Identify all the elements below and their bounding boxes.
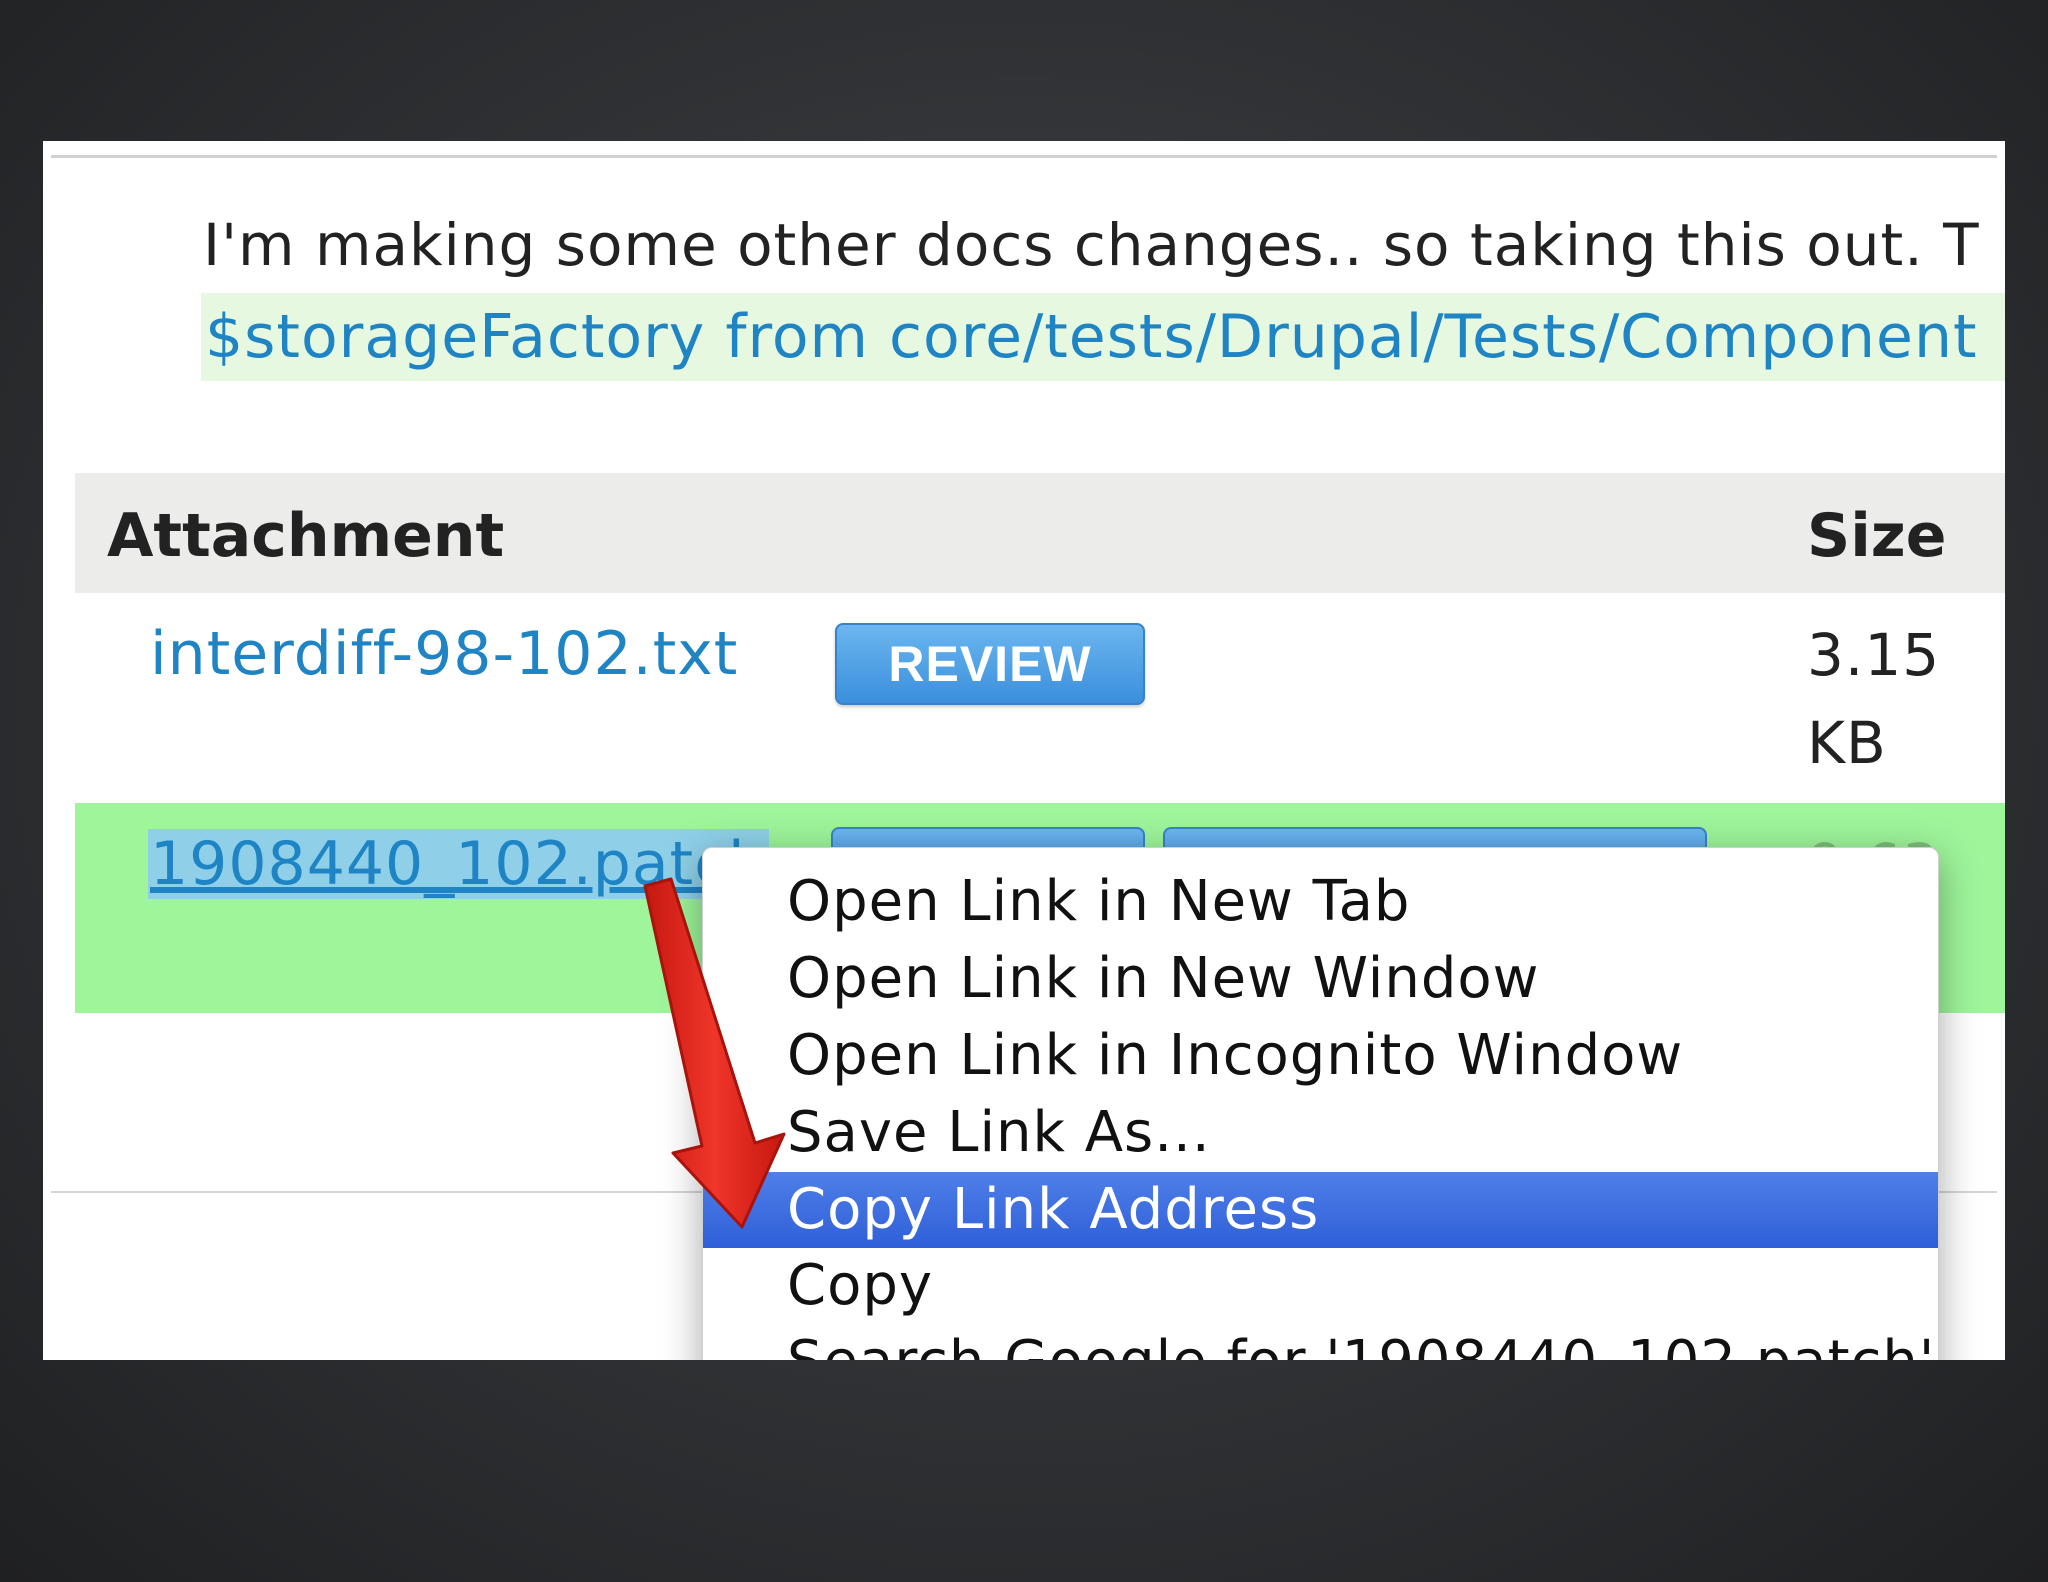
red-arrow-annotation	[643, 877, 786, 1229]
arrow-icon	[643, 877, 786, 1229]
browser-screenshot: I'm making some other docs changes.. so …	[43, 141, 2005, 1360]
